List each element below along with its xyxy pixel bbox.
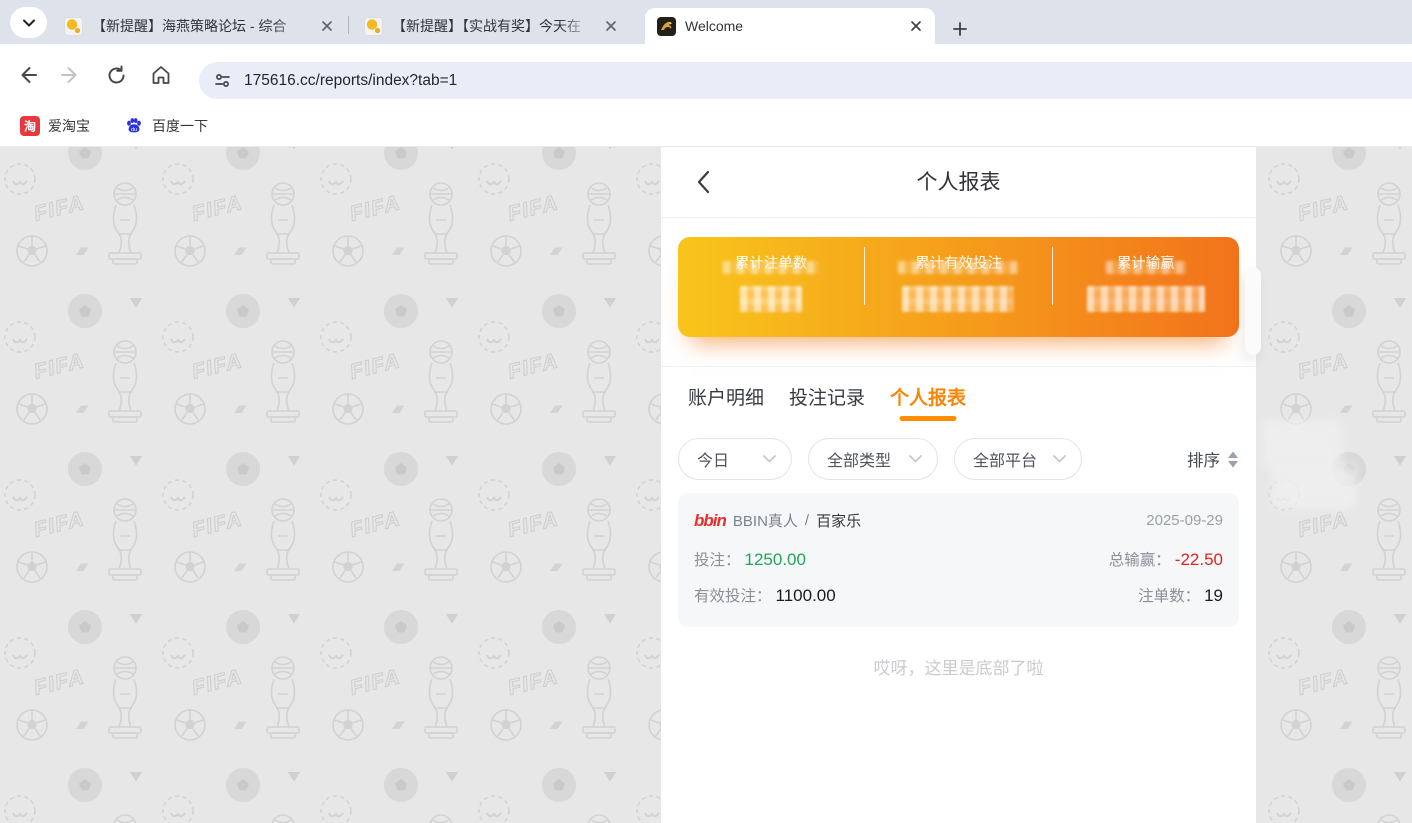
tab-personal-report[interactable]: 个人报表 <box>890 367 966 425</box>
stat-total-valid-bets: 累计有效投注 <box>865 237 1051 337</box>
tab-bet-records[interactable]: 投注记录 <box>789 367 865 425</box>
forum-favicon-icon <box>64 17 83 36</box>
censored-value <box>1087 286 1205 312</box>
taobao-icon: 淘 <box>20 116 40 136</box>
bet-count-label: 注单数： <box>1138 584 1200 606</box>
platform-filter-dropdown[interactable]: 全部平台 <box>954 438 1082 480</box>
bet-label: 投注： <box>694 548 741 570</box>
browser-toolbar: 175616.cc/reports/index?tab=1 <box>0 44 1412 105</box>
new-tab-button[interactable] <box>946 15 974 43</box>
url-text: 175616.cc/reports/index?tab=1 <box>244 72 457 90</box>
bookmarks-bar: 淘 爱淘宝 du 百度一下 <box>0 105 1412 147</box>
censored-value <box>740 286 802 312</box>
tab-strip: 【新提醒】海燕策略论坛 - 综合 【新提醒】【实战有奖】今天在 <box>0 0 1412 44</box>
gold-dragon-favicon-icon <box>657 17 676 36</box>
back-chevron-button[interactable] <box>689 169 717 197</box>
record-separator: / <box>805 512 809 529</box>
record-date: 2025-09-29 <box>1146 512 1223 529</box>
chevron-down-icon <box>1053 455 1066 463</box>
sort-arrows-icon <box>1227 451 1239 468</box>
bet-count-value: 19 <box>1204 586 1223 606</box>
back-button[interactable] <box>8 56 46 94</box>
tab-close-icon[interactable] <box>907 17 925 35</box>
bet-value: 1250.00 <box>745 550 806 570</box>
tab-close-icon[interactable] <box>318 17 336 35</box>
filter-row: 今日 全部类型 全部平台 排序 <box>661 425 1256 493</box>
bbin-logo: bbin <box>694 511 726 531</box>
tab-title: 【新提醒】海燕策略论坛 - 综合 <box>92 16 312 36</box>
tab-account-details[interactable]: 账户明细 <box>688 367 764 425</box>
winloss-label: 总输赢： <box>1109 548 1171 570</box>
type-filter-value: 全部类型 <box>827 447 891 471</box>
report-header: 个人报表 <box>661 147 1256 218</box>
tab-forum-1[interactable]: 【新提醒】海燕策略论坛 - 综合 <box>52 8 346 44</box>
report-nav-tabs: 账户明细 投注记录 个人报表 <box>661 366 1256 425</box>
platform-filter-value: 全部平台 <box>973 447 1037 471</box>
censored-area <box>1272 465 1356 509</box>
censored-area <box>1262 420 1342 470</box>
record-card[interactable]: bbin BBIN真人 / 百家乐 2025-09-29 投注： 1250.00 <box>678 493 1239 627</box>
stat-total-winloss: 累计输赢 <box>1053 237 1239 337</box>
bottom-reached-note: 哎呀，这里是底部了啦 <box>661 654 1256 679</box>
valid-bet-value: 1100.00 <box>776 586 836 606</box>
record-game: 百家乐 <box>816 510 861 531</box>
plus-icon <box>953 22 967 36</box>
sort-label: 排序 <box>1187 447 1220 471</box>
page-content: FIFA <box>0 147 1412 823</box>
valid-bet-label: 有效投注： <box>694 584 772 606</box>
baidu-paw-icon: du <box>124 116 144 136</box>
date-filter-dropdown[interactable]: 今日 <box>678 438 792 480</box>
svg-text:du: du <box>131 126 137 132</box>
censored-value <box>902 286 1014 312</box>
reload-icon <box>106 65 127 86</box>
chevron-down-icon <box>763 455 776 463</box>
bookmark-label: 百度一下 <box>152 116 208 136</box>
records-list: bbin BBIN真人 / 百家乐 2025-09-29 投注： 1250.00 <box>661 493 1256 627</box>
browser-window: 【新提醒】海燕策略论坛 - 综合 【新提醒】【实战有奖】今天在 <box>0 0 1412 823</box>
tab-welcome-active[interactable]: Welcome <box>645 8 935 44</box>
back-arrow-icon <box>16 64 38 86</box>
censored-value <box>898 261 1018 274</box>
site-settings-icon <box>214 72 231 89</box>
next-card-peek[interactable] <box>1245 267 1261 355</box>
home-button[interactable] <box>142 56 180 94</box>
tab-title: 【新提醒】【实战有奖】今天在 <box>392 16 596 36</box>
record-platform: BBIN真人 <box>733 510 798 531</box>
report-panel: 个人报表 累计注单数 累计有效投注 <box>661 147 1256 823</box>
svg-text:淘: 淘 <box>24 118 36 133</box>
chevron-down-icon <box>909 455 922 463</box>
summary-stats-card: 累计注单数 累计有效投注 累计输赢 <box>678 237 1239 337</box>
date-filter-value: 今日 <box>697 447 729 471</box>
stat-total-bets-count: 累计注单数 <box>678 237 864 337</box>
bookmark-baidu[interactable]: du 百度一下 <box>116 112 216 140</box>
censored-value <box>1106 261 1186 274</box>
tab-search-button[interactable] <box>10 7 47 38</box>
tab-close-icon[interactable] <box>602 17 620 35</box>
bookmark-taobao[interactable]: 淘 爱淘宝 <box>12 112 98 140</box>
record-header-row: bbin BBIN真人 / 百家乐 2025-09-29 <box>694 510 1223 531</box>
reload-button[interactable] <box>97 56 135 94</box>
forum-favicon-icon <box>364 17 383 36</box>
chevron-left-icon <box>696 170 710 194</box>
forward-button[interactable] <box>52 56 90 94</box>
chevron-down-icon <box>23 19 35 27</box>
bookmark-label: 爱淘宝 <box>48 116 90 136</box>
record-bet-row: 投注： 1250.00 总输赢： -22.50 <box>694 548 1223 570</box>
record-valid-row: 有效投注： 1100.00 注单数： 19 <box>694 584 1223 606</box>
summary-section: 累计注单数 累计有效投注 累计输赢 <box>661 218 1256 366</box>
forward-arrow-icon <box>60 64 82 86</box>
home-icon <box>150 64 172 86</box>
tab-title: Welcome <box>685 18 901 34</box>
censored-value <box>723 261 819 274</box>
address-bar[interactable]: 175616.cc/reports/index?tab=1 <box>199 62 1412 99</box>
type-filter-dropdown[interactable]: 全部类型 <box>808 438 938 480</box>
tab-forum-2[interactable]: 【新提醒】【实战有奖】今天在 <box>352 8 630 44</box>
sort-control[interactable]: 排序 <box>1187 447 1239 471</box>
page-title: 个人报表 <box>661 147 1256 218</box>
winloss-value: -22.50 <box>1175 550 1223 570</box>
tab-divider <box>348 16 349 34</box>
